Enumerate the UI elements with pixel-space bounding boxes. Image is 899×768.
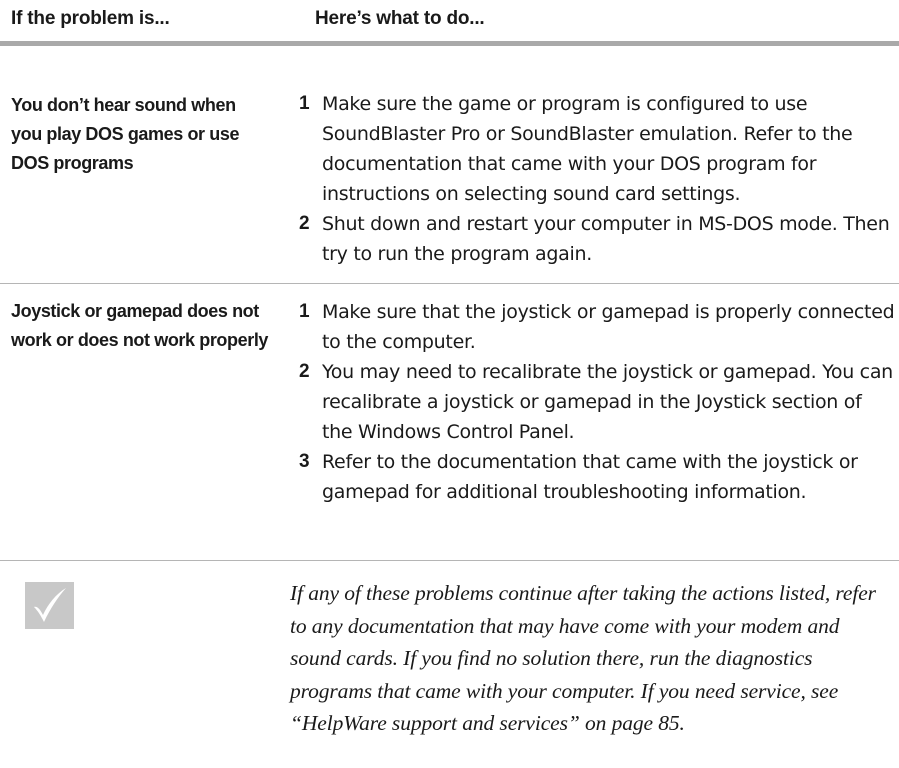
step-number: 2	[299, 361, 310, 382]
step-number: 1	[299, 301, 310, 322]
step-text: You may need to recalibrate the joystick…	[322, 361, 893, 443]
step-text: Make sure that the joystick or gamepad i…	[322, 301, 895, 353]
row-steps-joystick: 1 Make sure that the joystick or gamepad…	[290, 297, 895, 507]
list-item: 1 Make sure that the joystick or gamepad…	[290, 297, 895, 357]
list-item: 3 Refer to the documentation that came w…	[290, 447, 895, 507]
header-divider	[0, 41, 899, 46]
row-divider	[0, 560, 899, 561]
step-text: Shut down and restart your computer in M…	[322, 213, 890, 265]
table-header: If the problem is... Here’s what to do..…	[0, 0, 899, 46]
checkmark-icon	[25, 582, 74, 629]
note-text: If any of these problems continue after …	[290, 581, 876, 735]
step-number: 2	[299, 213, 310, 234]
step-text: Refer to the documentation that came wit…	[322, 451, 858, 503]
row-problem-joystick: Joystick or gamepad does not work or doe…	[11, 301, 269, 350]
step-text: Make sure the game or program is configu…	[322, 93, 853, 205]
column-header-action: Here’s what to do...	[315, 8, 485, 29]
row-problem-dos-sound: You don’t hear sound when you play DOS g…	[11, 95, 240, 173]
step-number: 1	[299, 93, 310, 114]
step-number: 3	[299, 451, 310, 472]
row-steps-dos-sound: 1 Make sure the game or program is confi…	[290, 89, 895, 269]
row-divider	[0, 283, 899, 284]
column-header-problem: If the problem is...	[11, 8, 170, 29]
list-item: 1 Make sure the game or program is confi…	[290, 89, 895, 209]
list-item: 2 Shut down and restart your computer in…	[290, 209, 895, 269]
list-item: 2 You may need to recalibrate the joysti…	[290, 357, 895, 447]
